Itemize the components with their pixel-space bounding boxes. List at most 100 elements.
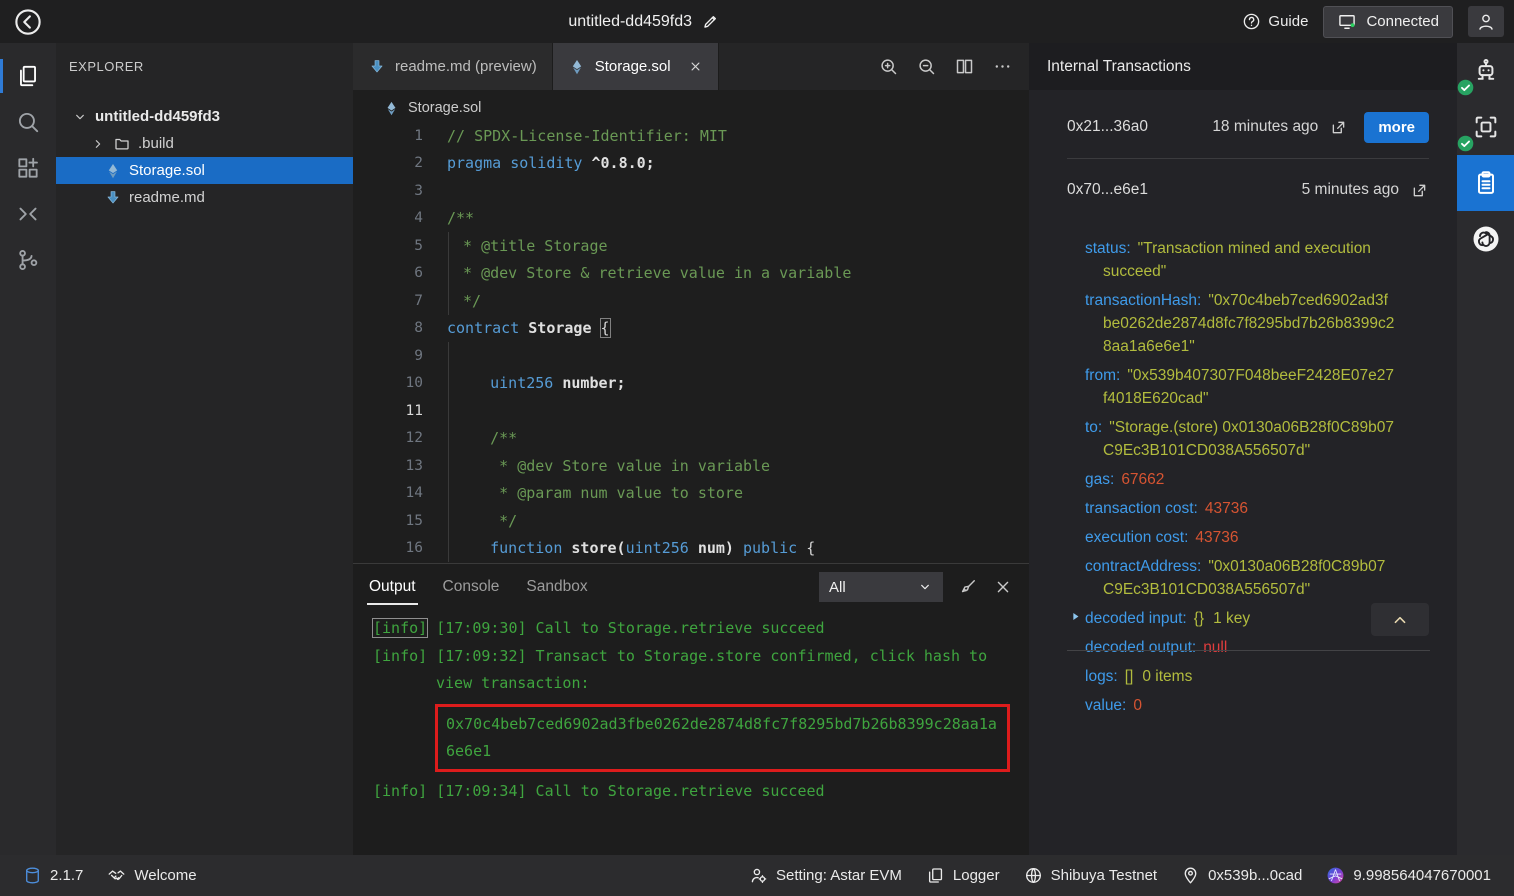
tab-readme-md[interactable]: readme.md (preview) <box>353 43 553 90</box>
close-panel-icon[interactable] <box>993 577 1013 597</box>
code-token: */ <box>454 512 517 530</box>
edit-pencil-icon[interactable] <box>701 12 720 31</box>
log-filter-dropdown[interactable]: All <box>819 572 943 602</box>
activity-item-files[interactable] <box>0 53 56 99</box>
tree-root-folder[interactable]: untitled-dd459fd3 <box>56 103 353 130</box>
status-item-globe[interactable]: Shibuya Testnet <box>1015 866 1166 885</box>
line-number: 7 <box>353 293 423 309</box>
code-token: uint256 <box>454 374 553 392</box>
connected-label: Connected <box>1366 13 1439 30</box>
log-level-tag: [info] <box>373 619 427 637</box>
connected-button[interactable]: Connected <box>1323 6 1453 38</box>
code-line-5: 5 * @title Storage <box>353 232 1029 260</box>
status-item-handshake[interactable]: Welcome <box>98 866 205 885</box>
output-tab-console[interactable]: Console <box>443 578 500 596</box>
panel-icon-openai[interactable] <box>1457 211 1514 267</box>
code-token: store( <box>562 539 625 557</box>
code-text: * @dev Store & retrieve value in a varia… <box>454 264 851 282</box>
detail-decoded-input: decoded input:{}1 key <box>1085 607 1395 630</box>
panel-icon-robot[interactable] <box>1457 43 1514 99</box>
code-editor[interactable]: Storage.sol 1// SPDX-License-Identifier:… <box>353 90 1029 563</box>
solidity-file-icon <box>568 58 586 76</box>
explorer-header: EXPLORER <box>56 43 353 90</box>
code-line-4: 4 /** <box>353 205 1029 233</box>
code-text: * @title Storage <box>454 237 608 255</box>
zoom-in-icon[interactable] <box>878 56 899 77</box>
editor-toolbar <box>878 43 1029 90</box>
transaction-row[interactable]: 0x21...36a018 minutes agomore <box>1029 96 1457 158</box>
code-line-9: 9 <box>353 342 1029 370</box>
more-button[interactable]: more <box>1364 112 1429 143</box>
activity-bar <box>0 43 56 855</box>
detail-transactionHash: transactionHash:"0x70c4beb7ced6902ad3fbe… <box>1085 289 1395 358</box>
ellipsis-icon[interactable] <box>992 56 1013 77</box>
back-button[interactable] <box>10 4 46 40</box>
activity-item-search[interactable] <box>0 99 56 145</box>
code-line-6: 6 * @dev Store & retrieve value in a var… <box>353 260 1029 288</box>
log-level-tag: [info] <box>373 782 427 800</box>
guide-label: Guide <box>1268 13 1308 30</box>
external-link-icon[interactable] <box>1329 118 1348 137</box>
detail-value: 67662 <box>1121 471 1164 488</box>
chevron-down-icon <box>917 579 933 595</box>
status-item-copy[interactable]: Logger <box>917 866 1009 885</box>
clear-logs-icon[interactable] <box>958 577 978 597</box>
activity-item-extensions[interactable] <box>0 145 56 191</box>
avatar-button[interactable] <box>1468 6 1504 37</box>
detail-key: to: <box>1085 419 1102 436</box>
status-item-pin-person[interactable]: 0x539b...0cad <box>1172 866 1311 885</box>
status-item-person-gear[interactable]: Setting: Astar EVM <box>740 866 911 885</box>
success-check-badge <box>1457 135 1474 152</box>
status-item-label: Welcome <box>134 867 196 884</box>
tree-item-label: readme.md <box>129 189 205 206</box>
source-control-icon <box>15 247 41 273</box>
detail-decoded-output: decoded output:null <box>1085 636 1395 659</box>
collapse-details-button[interactable] <box>1371 603 1429 636</box>
transaction-time: 18 minutes ago <box>1212 118 1348 137</box>
output-panel: Output Console Sandbox All [info] [17:09:3… <box>353 563 1029 855</box>
output-tab-sandbox[interactable]: Sandbox <box>526 578 587 596</box>
explorer-sidebar: EXPLORER untitled-dd459fd3.buildStorage.… <box>56 43 353 855</box>
tree-item-Storage-sol[interactable]: Storage.sol <box>56 157 353 184</box>
tree-item-readme-md[interactable]: readme.md <box>56 184 353 211</box>
code-line-2: 2pragma solidity ^0.8.0; <box>353 150 1029 178</box>
expand-triangle-icon[interactable] <box>1069 610 1082 623</box>
activity-item-source-control[interactable] <box>0 237 56 283</box>
line-number: 4 <box>353 210 423 226</box>
tab-Storage-sol[interactable]: Storage.sol <box>553 43 719 90</box>
search-icon <box>15 109 41 135</box>
tree-item-build[interactable]: .build <box>56 130 353 157</box>
transaction-row[interactable]: 0x70...e6e15 minutes ago <box>1029 159 1457 221</box>
code-token: /** <box>447 209 474 227</box>
detail-key: contractAddress: <box>1085 558 1201 575</box>
code-token: Storage <box>519 319 600 337</box>
zoom-out-icon[interactable] <box>916 56 937 77</box>
panel-icon-compile[interactable] <box>1457 99 1514 155</box>
editor-column: readme.md (preview)Storage.sol Storage.s… <box>353 43 1029 855</box>
detail-contractAddress: contractAddress:"0x0130a06B28f0C89b07C9E… <box>1085 555 1395 601</box>
split-icon[interactable] <box>954 56 975 77</box>
external-link-icon[interactable] <box>1410 181 1429 200</box>
code-text: * @dev Store value in variable <box>454 457 770 475</box>
status-item-database[interactable]: 2.1.7 <box>14 866 92 885</box>
code-line-11: 11 <box>353 397 1029 425</box>
code-token: ^0.8.0; <box>582 154 654 172</box>
code-token: * @param num value to store <box>454 484 743 502</box>
time-ago-label: 5 minutes ago <box>1302 181 1399 199</box>
code-token: contract <box>447 319 519 337</box>
log-text: [17:09:32] Transact to Storage.store con… <box>427 647 987 693</box>
compile-icon <box>1472 113 1500 141</box>
panel-icon-clipboard[interactable] <box>1457 155 1514 211</box>
detail-value: "0x539b407307F048beeF2428E07e27f4018E620… <box>1103 367 1394 407</box>
detail-key: logs: <box>1085 668 1118 685</box>
code-text: function store(uint256 num) public { <box>454 539 815 557</box>
code-line-10: 10 uint256 number; <box>353 370 1029 398</box>
person-icon <box>1476 12 1496 32</box>
output-tab-output[interactable]: Output <box>369 578 416 596</box>
transaction-hash-link[interactable]: 0x70c4beb7ced6902ad3fbe0262de2874d8fc7f8… <box>435 704 1010 772</box>
guide-button[interactable]: Guide <box>1242 12 1308 31</box>
globe-icon <box>1024 866 1043 885</box>
status-item-astar[interactable]: 9.998564047670001 <box>1317 866 1500 885</box>
close-tab-icon[interactable] <box>688 59 703 74</box>
activity-item-collapse[interactable] <box>0 191 56 237</box>
